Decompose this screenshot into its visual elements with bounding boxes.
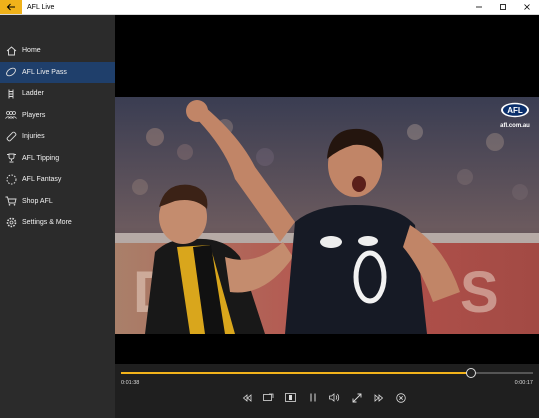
title-bar: AFL Live (0, 0, 539, 15)
cast-icon (263, 393, 274, 401)
fullscreen-button[interactable] (349, 390, 364, 405)
sidebar-item-label: Home (22, 47, 41, 55)
transport-controls: 0:01:38 0:00:17 (115, 364, 539, 418)
volume-icon (329, 393, 340, 402)
volume-button[interactable] (327, 390, 342, 405)
sidebar-item-settings-more[interactable]: Settings & More (0, 212, 115, 234)
maximize-icon (500, 4, 506, 10)
players-icon (0, 110, 22, 120)
sidebar-item-afl-live-pass[interactable]: AFL Live Pass (0, 61, 115, 83)
afl-logo-text: AFL (507, 106, 523, 115)
maximize-button[interactable] (491, 0, 515, 14)
sidebar-item-shop-afl[interactable]: Shop AFL (0, 191, 115, 213)
sidebar-item-home[interactable]: Home (0, 40, 115, 62)
skip-forward-button[interactable] (371, 390, 386, 405)
close-button[interactable] (515, 0, 539, 14)
sidebar: Home AFL Live Pass Ladder Players Injuri… (0, 15, 115, 418)
fullscreen-icon (352, 393, 361, 402)
video-image: DR S (115, 97, 539, 334)
back-button[interactable] (0, 0, 22, 14)
minimize-icon (476, 6, 482, 8)
skip-back-button[interactable] (239, 390, 254, 405)
sidebar-item-injuries[interactable]: Injuries (0, 126, 115, 148)
pause-button[interactable] (305, 390, 320, 405)
sidebar-item-label: AFL Tipping (22, 154, 60, 162)
dotted-circle-icon (0, 174, 22, 185)
remaining-time: 0:00:17 (514, 380, 533, 386)
sidebar-item-label: Ladder (22, 90, 44, 98)
sidebar-item-label: Shop AFL (22, 197, 53, 205)
cart-icon (0, 196, 22, 206)
picture-in-picture-icon (285, 393, 296, 402)
close-icon (524, 4, 530, 10)
afl-logo: AFL afl.com.au (498, 102, 532, 129)
sidebar-item-label: Injuries (22, 133, 45, 141)
skip-back-icon (242, 393, 251, 402)
pause-icon (310, 393, 315, 402)
home-icon (0, 46, 22, 56)
afl-site-text: afl.com.au (500, 123, 530, 129)
window-title: AFL Live (27, 3, 55, 11)
minimize-button[interactable] (467, 0, 491, 14)
sidebar-item-label: AFL Live Pass (22, 68, 67, 76)
sidebar-item-label: AFL Fantasy (22, 176, 62, 184)
sidebar-item-label: Settings & More (22, 219, 72, 227)
sidebar-item-ladder[interactable]: Ladder (0, 83, 115, 105)
picture-in-picture-button[interactable] (283, 390, 298, 405)
skip-forward-icon (374, 393, 383, 402)
afl-logo-badge: AFL (501, 102, 529, 118)
exit-button[interactable] (393, 390, 408, 405)
sidebar-item-players[interactable]: Players (0, 105, 115, 127)
svg-text:S: S (460, 260, 499, 325)
sidebar-item-afl-fantasy[interactable]: AFL Fantasy (0, 169, 115, 191)
seek-thumb[interactable] (466, 368, 477, 378)
sidebar-item-afl-tipping[interactable]: AFL Tipping (0, 148, 115, 170)
back-arrow-icon (6, 3, 15, 11)
sidebar-item-label: Players (22, 111, 46, 119)
video-player[interactable]: DR S (115, 15, 539, 418)
bandage-icon (0, 131, 22, 142)
trophy-icon (0, 153, 22, 163)
ladder-icon (0, 89, 22, 99)
cast-button[interactable] (261, 390, 276, 405)
exit-icon (395, 392, 406, 403)
football-icon (0, 67, 22, 77)
video-frame[interactable]: DR S (115, 97, 539, 334)
gear-icon (0, 217, 22, 228)
current-time: 0:01:38 (121, 380, 140, 386)
seek-bar-progress (121, 372, 472, 374)
